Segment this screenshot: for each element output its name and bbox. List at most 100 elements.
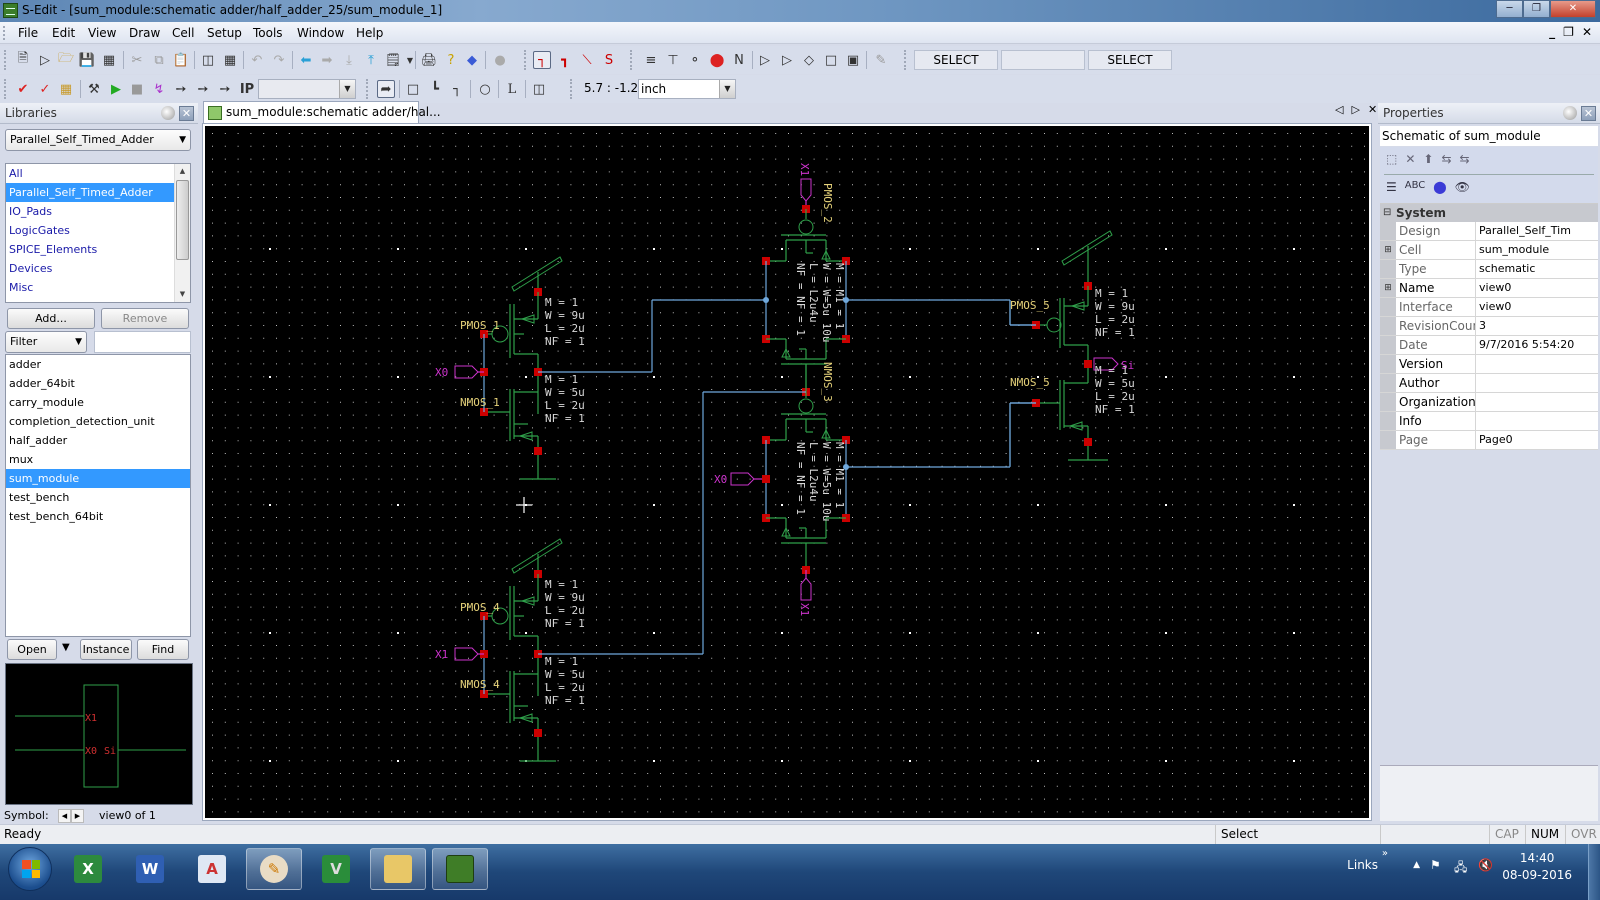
menu-view[interactable]: View	[88, 26, 116, 40]
property-value[interactable]	[1476, 355, 1598, 373]
property-value[interactable]	[1476, 393, 1598, 411]
bidirectional-port-icon[interactable]: ◇	[800, 51, 818, 69]
forward-arrow-icon[interactable]: ➡	[318, 51, 336, 69]
save-all-icon[interactable]: ▦	[100, 51, 118, 69]
expand-icon[interactable]: ⊞	[1380, 241, 1396, 259]
abc-icon[interactable]: ABC	[1405, 180, 1426, 194]
property-row[interactable]: Author	[1380, 374, 1598, 393]
new-property-icon[interactable]: ⬚	[1386, 152, 1397, 166]
library-list-item[interactable]: Parallel_Self_Timed_Adder	[6, 183, 190, 202]
menu-help[interactable]: Help	[356, 26, 383, 40]
cell-list-item[interactable]: test_bench	[6, 488, 190, 507]
property-row[interactable]: Version	[1380, 355, 1598, 374]
pin-icon[interactable]	[161, 106, 175, 120]
library-list-item[interactable]: Misc	[6, 278, 190, 297]
cell-list-item[interactable]: adder	[6, 355, 190, 374]
property-value[interactable]: Page0	[1476, 431, 1598, 449]
library-list[interactable]: All Parallel_Self_Timed_Adder IO_Pads Logic…	[5, 163, 191, 303]
rename-ab-icon[interactable]: ⇆	[1441, 152, 1451, 166]
property-value[interactable]	[1476, 374, 1598, 392]
pencil-icon[interactable]: ✎	[872, 51, 890, 69]
other-port-icon[interactable]: ▣	[844, 51, 862, 69]
property-row[interactable]: Design Parallel_Self_Tim	[1380, 222, 1598, 241]
polyline-icon[interactable]: ┐	[448, 80, 466, 98]
simulation-select[interactable]: ▼	[258, 79, 356, 99]
circle-dot-icon[interactable]: ●	[491, 51, 509, 69]
port-record-icon[interactable]: ⬤	[708, 51, 726, 69]
close-button[interactable]: ✕	[1550, 0, 1596, 18]
mdi-minimize-icon[interactable]: _	[1549, 25, 1555, 39]
mdi-close-icon[interactable]: ✕	[1582, 25, 1592, 39]
property-row[interactable]: RevisionCount3	[1380, 317, 1598, 336]
pop-out-icon[interactable]: ⤒	[362, 51, 380, 69]
toolbar-grip[interactable]	[4, 50, 6, 70]
property-row[interactable]: ⊞ Cell sum_module	[1380, 241, 1598, 260]
polygon-icon[interactable]: ┗	[426, 80, 444, 98]
expand-icon[interactable]: ⊞	[1380, 279, 1396, 297]
links-toolbar[interactable]: Links	[1347, 858, 1378, 872]
property-value[interactable]	[1476, 412, 1598, 430]
property-value[interactable]: view0	[1476, 298, 1598, 316]
tools-icon[interactable]: ⚒	[85, 80, 103, 98]
wire-elbow-icon[interactable]: ┓	[556, 51, 574, 69]
property-value[interactable]: sum_module	[1476, 241, 1598, 259]
delete-property-icon[interactable]: ✕	[1405, 152, 1415, 166]
clock[interactable]: 14:40 08-09-2016	[1502, 850, 1572, 884]
property-value[interactable]: view0	[1476, 279, 1598, 297]
paste-icon[interactable]: 📋	[172, 51, 190, 69]
menu-file[interactable]: File	[18, 26, 38, 40]
net-label-icon[interactable]: ⚬	[686, 51, 704, 69]
print-icon[interactable]: 🖨	[420, 51, 438, 69]
taskbar-vim[interactable]: V	[308, 848, 364, 890]
menu-draw[interactable]: Draw	[129, 26, 160, 40]
open-dropdown-icon[interactable]: ▼	[62, 642, 70, 653]
open-folder-icon[interactable]: 🗁	[57, 51, 75, 69]
property-value[interactable]: 3	[1476, 317, 1598, 335]
view-schematic-icon[interactable]: ▦	[221, 51, 239, 69]
open-cell-button[interactable]: Open	[7, 639, 57, 660]
input-port-icon[interactable]: ▷	[756, 51, 774, 69]
taskbar-wordpad[interactable]: A	[184, 848, 240, 890]
wire-orthogonal-icon[interactable]: ┐	[533, 51, 551, 69]
show-hidden-icons[interactable]: ▲	[1413, 860, 1420, 870]
property-row[interactable]: Info	[1380, 412, 1598, 431]
start-button[interactable]	[8, 847, 52, 891]
filter-select[interactable]: Filter ▼	[5, 331, 87, 353]
property-value[interactable]: Parallel_Self_Tim	[1476, 222, 1598, 240]
show-desktop-button[interactable]	[1588, 844, 1600, 900]
cell-list-item[interactable]: completion_detection_unit	[6, 412, 190, 431]
stop-icon[interactable]: ■	[128, 80, 146, 98]
run-simulation-icon[interactable]: ▶	[107, 80, 125, 98]
new-from-template-icon[interactable]: ▷	[36, 51, 54, 69]
hierarchy-icon[interactable]: ▦	[57, 80, 75, 98]
copy-icon[interactable]: ⧉	[150, 51, 168, 69]
wire-diagonal-icon[interactable]: ⟍	[578, 51, 596, 69]
scroll-up-icon[interactable]: ▲	[175, 164, 190, 179]
minimize-button[interactable]: ─	[1496, 0, 1523, 18]
property-row[interactable]: Organization	[1380, 393, 1598, 412]
restore-button[interactable]: ❐	[1523, 0, 1550, 18]
property-row[interactable]: Interface view0	[1380, 298, 1598, 317]
symbol-prev-button[interactable]: ◀	[58, 809, 71, 823]
action-center-flag-icon[interactable]: ⚑	[1430, 858, 1446, 874]
instance-button[interactable]: Instance	[80, 639, 132, 660]
tab-close-icon[interactable]: ✕	[1368, 103, 1377, 116]
layers-icon[interactable]: ◫	[530, 80, 548, 98]
close-icon[interactable]: ✕	[179, 106, 194, 121]
taskbar-word[interactable]: W	[122, 848, 178, 890]
cell-list-item[interactable]: mux	[6, 450, 190, 469]
text-label-icon[interactable]: L	[503, 80, 521, 98]
save-icon[interactable]: 💾	[78, 51, 96, 69]
book-icon[interactable]: ◆	[463, 51, 481, 69]
add-library-button[interactable]: Add...	[7, 308, 95, 329]
cell-list-item[interactable]: half_adder	[6, 431, 190, 450]
dropdown-arrow-icon[interactable]: ▼	[401, 51, 419, 69]
library-list-item[interactable]: IO_Pads	[6, 202, 190, 221]
move-up-icon[interactable]: ⬆	[1423, 152, 1433, 166]
menu-edit[interactable]: Edit	[52, 26, 75, 40]
properties-note-icon[interactable]: 🗒	[384, 51, 402, 69]
mdi-restore-icon[interactable]: ❐	[1563, 25, 1574, 39]
design-check-icon[interactable]: ✔	[14, 80, 32, 98]
pin-icon[interactable]: ⊤	[664, 51, 682, 69]
wire-s-icon[interactable]: S	[600, 51, 618, 69]
